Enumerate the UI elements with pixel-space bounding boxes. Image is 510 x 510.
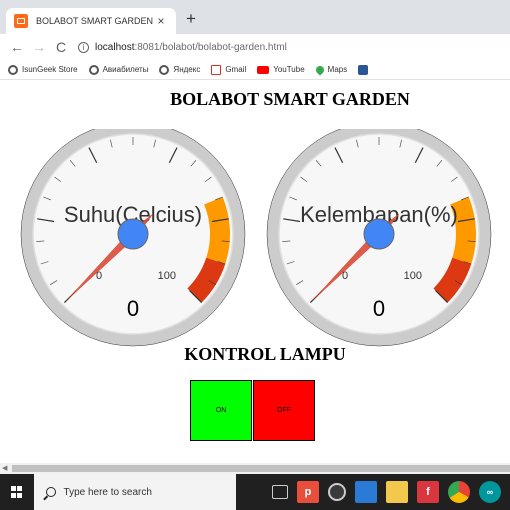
browser-toolbar: ← → C i localhost:8081/bolabot/bolabot-g… bbox=[0, 34, 510, 60]
gauge-temperature: Suhu(Celcius)0 1000 bbox=[20, 129, 246, 347]
page-content: BOLABOT SMART GARDEN Suhu(Celcius) 0 100 0 … bbox=[0, 81, 510, 461]
bookmark-youtube[interactable]: YouTube bbox=[257, 65, 305, 74]
browser-tab[interactable]: BOLABOT SMART GARDEN × bbox=[6, 8, 176, 34]
info-icon[interactable]: i bbox=[78, 41, 89, 53]
gauge-hub bbox=[117, 218, 149, 250]
gauge-max-label: 100 bbox=[404, 270, 422, 282]
globe-icon bbox=[88, 64, 99, 75]
globe-icon bbox=[159, 64, 170, 75]
favicon-icon bbox=[14, 14, 28, 28]
gauge-humidity: Kelembapan(%)0 1000 bbox=[266, 129, 492, 347]
maps-icon bbox=[313, 63, 326, 76]
reload-button[interactable]: C bbox=[50, 39, 72, 55]
youtube-icon bbox=[257, 65, 270, 74]
forward-button[interactable]: → bbox=[28, 39, 50, 55]
arduino-icon[interactable]: ∞ bbox=[479, 481, 501, 503]
bookmark-label: Авиабилеты bbox=[102, 65, 149, 74]
app-blue-icon[interactable] bbox=[355, 481, 377, 503]
gauges: Suhu(Celcius) 0 100 0 Kelembapan(%) 0 100 0 bbox=[0, 129, 510, 359]
tab-title: BOLABOT SMART GARDEN bbox=[36, 16, 154, 26]
tab-strip: BOLABOT SMART GARDEN × + bbox=[0, 0, 510, 34]
task-view-icon[interactable] bbox=[272, 485, 288, 499]
taskbar-search[interactable]: Type here to search bbox=[33, 474, 236, 510]
url-path: :8081/bolabot/bolabot-garden.html bbox=[134, 41, 287, 53]
scrollbar-thumb[interactable] bbox=[12, 465, 510, 472]
url-host: localhost bbox=[95, 41, 135, 53]
vpn-icon[interactable] bbox=[328, 483, 346, 501]
bookmark-extension[interactable] bbox=[358, 64, 372, 75]
bookmarks-bar: IsunGeek Store Авиабилеты Яндекс Gmail Y… bbox=[0, 60, 510, 80]
gauge-hub bbox=[363, 218, 395, 250]
file-explorer-icon[interactable] bbox=[386, 481, 408, 503]
back-button[interactable]: ← bbox=[6, 39, 28, 55]
bookmark-label: Gmail bbox=[225, 65, 247, 74]
search-placeholder: Type here to search bbox=[63, 486, 152, 498]
app-red-icon[interactable]: p bbox=[297, 481, 319, 503]
globe-icon bbox=[8, 64, 18, 75]
bookmark-label: IsunGeek Store bbox=[22, 65, 78, 74]
bookmark-maps[interactable]: Maps bbox=[313, 63, 348, 76]
extension-icon bbox=[358, 64, 369, 75]
windows-logo-icon bbox=[10, 486, 23, 498]
new-tab-button[interactable]: + bbox=[182, 10, 200, 28]
chrome-icon[interactable] bbox=[448, 481, 470, 503]
gmail-icon bbox=[211, 64, 222, 75]
scroll-left-icon[interactable]: ◀ bbox=[2, 463, 7, 474]
start-button[interactable] bbox=[0, 474, 34, 510]
address-bar[interactable]: i localhost:8081/bolabot/bolabot-garden.… bbox=[78, 41, 287, 53]
windows-taskbar: Type here to search p f ∞ bbox=[0, 474, 510, 510]
bookmark-yandex[interactable]: Яндекс bbox=[159, 64, 201, 75]
search-icon bbox=[45, 487, 56, 497]
page-title: BOLABOT SMART GARDEN bbox=[170, 89, 410, 109]
bookmark-label: Яндекс bbox=[173, 65, 201, 74]
gauge-value: 0 bbox=[373, 296, 385, 321]
lamp-off-button[interactable]: OFF bbox=[253, 380, 315, 441]
lamp-control-title: KONTROL LAMPU bbox=[184, 344, 346, 364]
gauge-max-label: 100 bbox=[158, 270, 176, 282]
bookmark-gmail[interactable]: Gmail bbox=[211, 64, 247, 75]
taskbar-apps: p f ∞ bbox=[272, 481, 510, 503]
bookmark-label: Maps bbox=[327, 65, 348, 74]
app-f-icon[interactable]: f bbox=[417, 481, 439, 503]
gauge-value: 0 bbox=[127, 296, 139, 321]
bookmark-isungeek[interactable]: IsunGeek Store bbox=[8, 64, 78, 75]
bookmark-aviabilety[interactable]: Авиабилеты bbox=[88, 64, 149, 75]
bookmark-label: YouTube bbox=[273, 65, 305, 74]
lamp-on-button[interactable]: ON bbox=[190, 380, 252, 441]
horizontal-scrollbar[interactable]: ◀ bbox=[0, 463, 510, 474]
close-tab-icon[interactable]: × bbox=[154, 14, 168, 28]
